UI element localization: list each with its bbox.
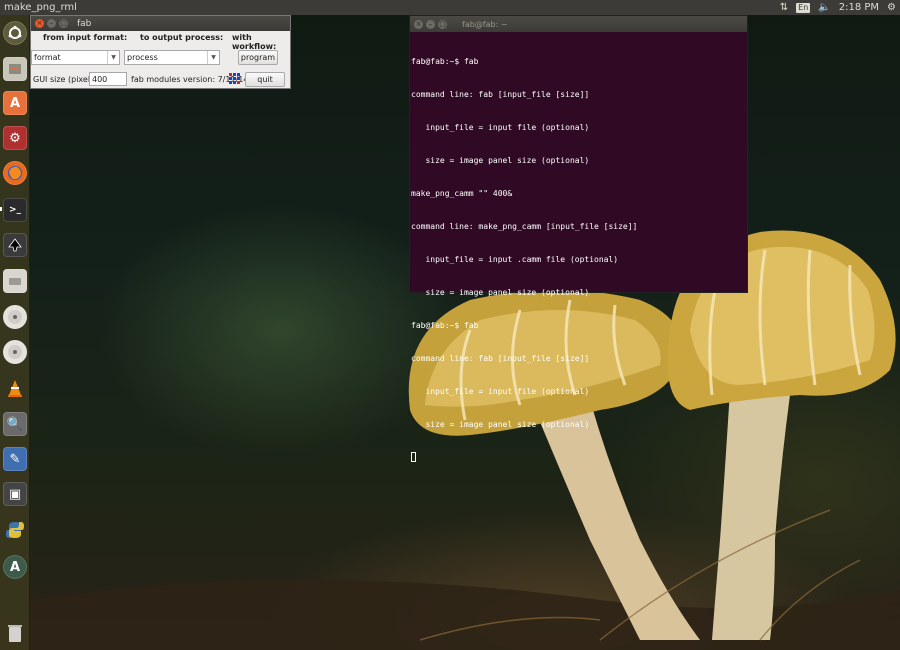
terminal-line: command line: fab [input_file [size]] xyxy=(411,90,590,99)
magnifier-tool-icon[interactable]: 🔍 xyxy=(3,412,27,436)
update-manager-icon[interactable]: A xyxy=(3,555,27,579)
terminal-line: size = image panel size (optional) xyxy=(411,420,590,429)
device-icon[interactable]: ▣ xyxy=(3,482,27,506)
screwdriver-icon[interactable]: ✎ xyxy=(3,447,27,471)
launcher-bar: A ⚙ >_ 🔍 ✎ ▣ A xyxy=(0,15,30,650)
minimize-icon[interactable]: – xyxy=(47,19,56,28)
terminal-line: size = image panel size (optional) xyxy=(411,288,590,297)
network-transfer-icon[interactable]: ⇅ xyxy=(780,0,788,15)
output-process-value: process xyxy=(127,53,158,62)
terminal-window: × – □ fab@fab: ~ fab@fab:~$ fab command … xyxy=(409,15,748,462)
minimize-icon[interactable]: – xyxy=(426,19,435,29)
terminal-line: input_file = input file (optional) xyxy=(411,123,590,132)
python-icon[interactable] xyxy=(3,518,27,542)
terminal-line: command line: fab [input_file [size]] xyxy=(411,354,590,363)
system-tray: ⇅ En 🔈 2:18 PM ⚙ xyxy=(780,0,896,15)
cd-disc-icon[interactable] xyxy=(3,340,27,364)
drive-icon[interactable] xyxy=(3,269,27,293)
active-app-title: make_png_rml xyxy=(4,2,77,13)
inkscape-icon[interactable] xyxy=(3,233,27,257)
clock[interactable]: 2:18 PM xyxy=(839,0,879,15)
trash-icon[interactable] xyxy=(3,621,27,645)
ubuntu-logo-icon[interactable] xyxy=(3,21,27,45)
terminal-line: make_png_camm "" 400& xyxy=(411,189,513,198)
gear-wrench-icon[interactable]: ⚙ xyxy=(3,126,27,150)
chevron-down-icon[interactable]: ▼ xyxy=(107,51,119,64)
terminal-line: fab@fab:~$ fab xyxy=(411,57,479,66)
terminal-icon[interactable]: >_ xyxy=(3,198,27,222)
close-icon[interactable]: × xyxy=(414,19,423,29)
text-cursor xyxy=(411,452,416,462)
input-format-label: from input format: xyxy=(43,33,128,42)
terminal-line: size = image panel size (optional) xyxy=(411,156,590,165)
maximize-icon[interactable]: □ xyxy=(59,19,68,28)
top-panel: make_png_rml ⇅ En 🔈 2:18 PM ⚙ xyxy=(0,0,900,15)
cd-disc-icon[interactable] xyxy=(3,305,27,329)
terminal-line: command line: make_png_camm [input_file … xyxy=(411,222,638,231)
close-icon[interactable]: × xyxy=(35,19,44,28)
input-format-value: format xyxy=(34,53,61,62)
volume-icon[interactable]: 🔈 xyxy=(818,0,830,15)
terminal-output[interactable]: fab@fab:~$ fab command line: fab [input_… xyxy=(410,32,747,487)
software-bag-icon[interactable]: A xyxy=(3,91,27,115)
input-format-select[interactable]: format ▼ xyxy=(31,50,120,65)
fab-titlebar[interactable]: × – □ fab xyxy=(31,16,290,31)
terminal-prompt-line[interactable] xyxy=(411,452,746,463)
terminal-line: fab@fab:~$ fab xyxy=(411,321,479,330)
terminal-titlebar[interactable]: × – □ fab@fab: ~ xyxy=(410,16,747,32)
keyboard-language-indicator[interactable]: En xyxy=(796,2,811,13)
terminal-line: input_file = input file (optional) xyxy=(411,387,590,396)
output-process-label: to output process: xyxy=(140,33,224,42)
gui-size-input[interactable] xyxy=(89,72,127,86)
workflow-label: with workflow: xyxy=(232,33,277,51)
fab-logo-icon xyxy=(229,73,241,85)
quit-button[interactable]: quit xyxy=(245,72,285,87)
vlc-cone-icon[interactable] xyxy=(3,376,27,400)
file-cabinet-icon[interactable] xyxy=(3,57,27,81)
program-button[interactable]: program xyxy=(238,50,278,65)
terminal-line: input_file = input .camm file (optional) xyxy=(411,255,619,264)
maximize-icon[interactable]: □ xyxy=(438,19,447,29)
power-gear-icon[interactable]: ⚙ xyxy=(887,0,896,15)
firefox-icon[interactable] xyxy=(3,161,27,185)
fab-window: × – □ fab from input format: to output p… xyxy=(30,15,291,89)
output-process-select[interactable]: process ▼ xyxy=(124,50,220,65)
terminal-title: fab@fab: ~ xyxy=(462,19,508,29)
window-title: fab xyxy=(77,18,92,29)
chevron-down-icon[interactable]: ▼ xyxy=(207,51,219,64)
